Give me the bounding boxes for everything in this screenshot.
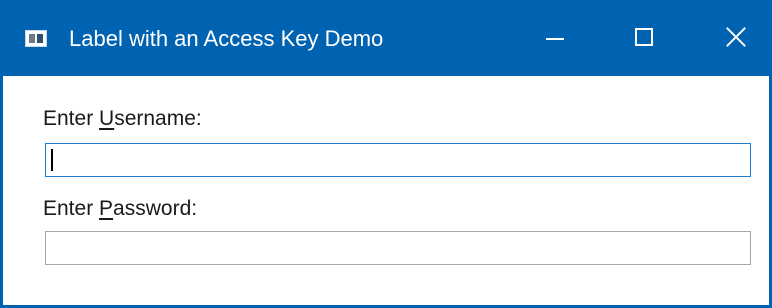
title-bar[interactable]: Label with an Access Key Demo (3, 0, 769, 76)
username-label-prefix: Enter (43, 107, 100, 130)
maximize-button[interactable] (599, 0, 687, 76)
minimize-icon (546, 38, 564, 40)
password-label: Enter Password: (43, 197, 197, 221)
close-icon (726, 27, 746, 47)
password-label-suffix: assword: (113, 197, 198, 220)
password-label-prefix: Enter (43, 197, 100, 220)
window-title: Label with an Access Key Demo (69, 26, 384, 51)
close-button[interactable] (687, 0, 769, 76)
username-label: Enter Username: (43, 107, 202, 131)
app-window-icon (25, 30, 47, 47)
maximize-icon (635, 28, 653, 46)
username-label-suffix: sername: (114, 107, 202, 130)
text-caret (51, 149, 53, 171)
minimize-button[interactable] (511, 0, 599, 76)
username-input[interactable] (45, 143, 751, 177)
password-access-key: P (99, 197, 114, 220)
username-access-key: U (99, 107, 115, 130)
app-window: Label with an Access Key Demo Enter User… (0, 0, 772, 308)
password-input[interactable] (45, 231, 751, 265)
